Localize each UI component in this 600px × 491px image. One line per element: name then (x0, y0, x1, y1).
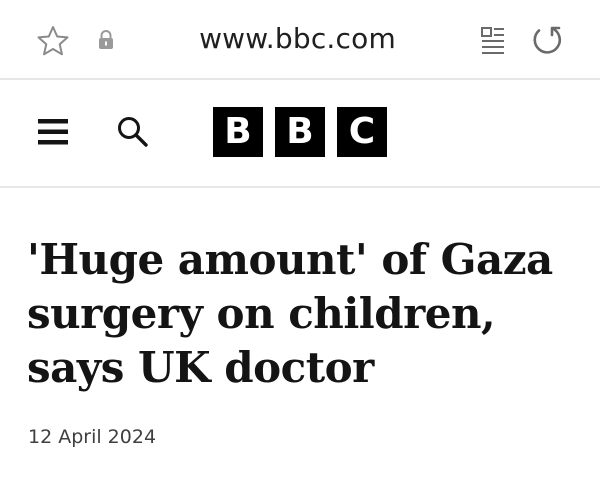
bbc-logo[interactable]: B B C (213, 107, 387, 157)
browser-address-bar: www.bbc.com (0, 0, 600, 80)
hamburger-menu-icon[interactable] (38, 116, 70, 148)
star-icon[interactable] (36, 24, 70, 58)
logo-letter-b1: B (213, 107, 263, 157)
article-headline: 'Huge amount' of Gaza surgery on childre… (27, 235, 553, 392)
logo-letter-c: C (337, 107, 387, 157)
search-icon[interactable] (116, 115, 150, 149)
reader-view-icon[interactable] (480, 26, 506, 54)
site-header: B B C (0, 82, 600, 188)
url-text[interactable]: www.bbc.com (160, 22, 435, 55)
article-date: 12 April 2024 (28, 426, 157, 448)
logo-letter-b2: B (275, 107, 325, 157)
reload-icon[interactable] (530, 23, 564, 57)
lock-icon[interactable] (97, 30, 115, 50)
